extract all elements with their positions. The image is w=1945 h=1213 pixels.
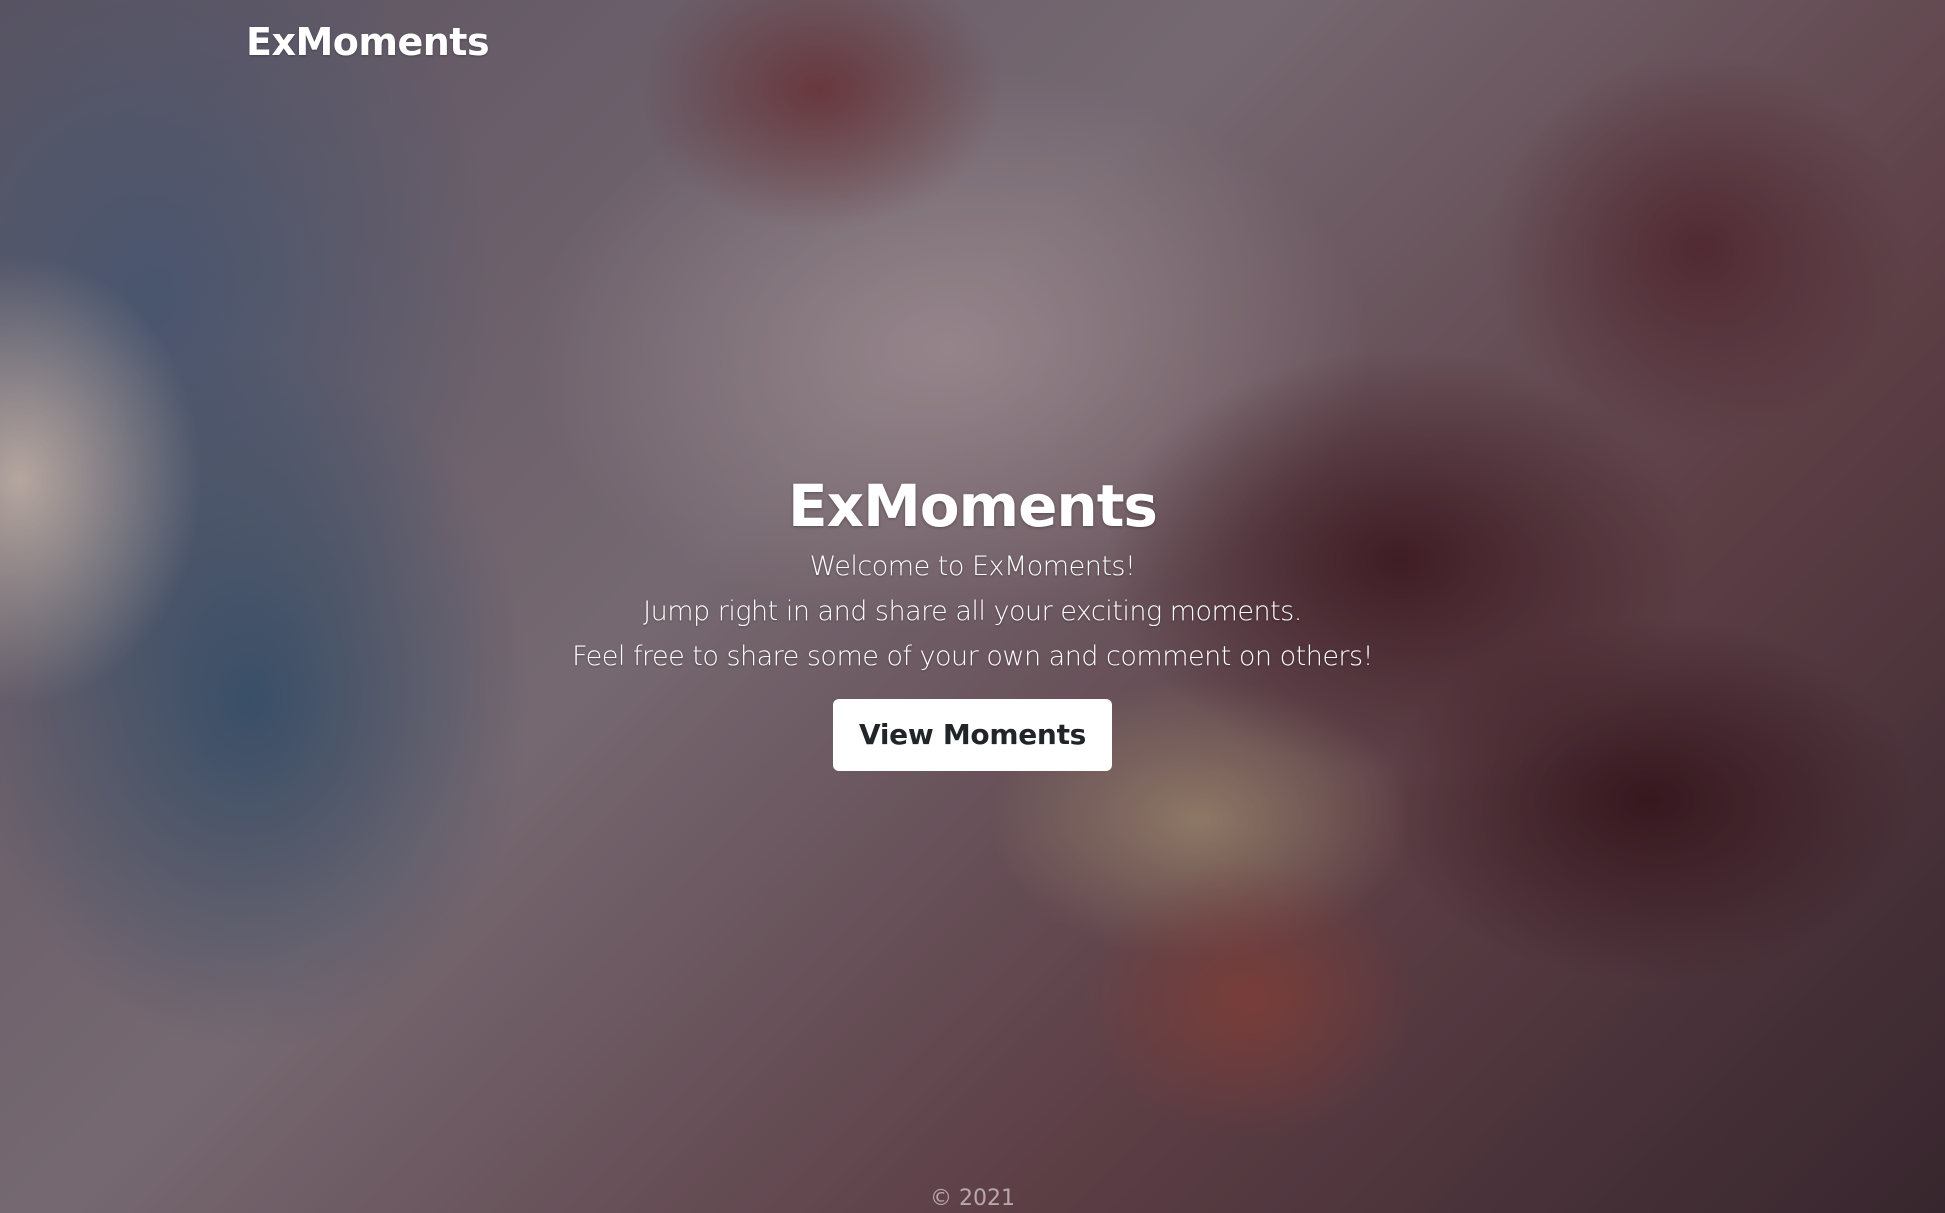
view-moments-button[interactable]: View Moments	[832, 699, 1113, 771]
navbar-brand[interactable]: ExMoments	[246, 20, 490, 64]
hero-jump-line: Jump right in and share all your excitin…	[643, 596, 1302, 627]
hero-welcome-line: Welcome to ExMoments!	[809, 551, 1136, 582]
footer-copyright: © 2021	[930, 1186, 1015, 1211]
landing-page: ExMoments ExMoments Welcome to ExMoments…	[0, 0, 1945, 1213]
hero-share-line: Feel free to share some of your own and …	[572, 641, 1373, 672]
hero-title: ExMoments	[788, 472, 1158, 540]
hero-section: ExMoments Welcome to ExMoments! Jump rig…	[0, 468, 1945, 771]
